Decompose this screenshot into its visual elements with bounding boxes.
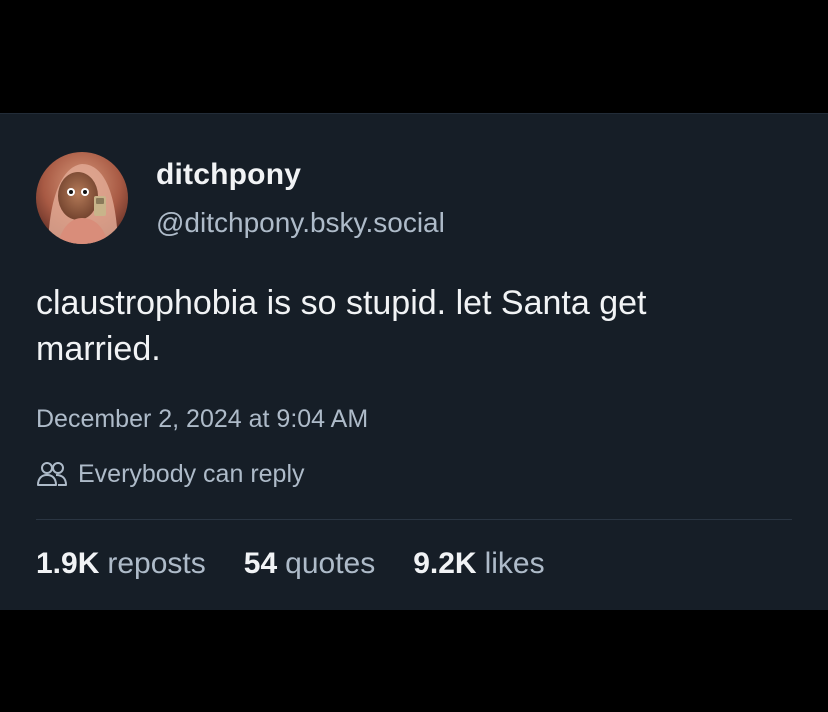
likes-stat[interactable]: 9.2K likes	[413, 547, 544, 581]
stats-divider	[36, 519, 792, 520]
quotes-count: 54	[243, 547, 278, 580]
quotes-label: quotes	[285, 547, 376, 580]
reply-setting: Everybody can reply	[36, 457, 305, 491]
people-icon	[37, 462, 67, 486]
screenshot-frame: ditchpony @ditchpony.bsky.social claustr…	[0, 0, 828, 712]
post-card: ditchpony @ditchpony.bsky.social claustr…	[0, 113, 828, 610]
post-stats: 1.9K reposts 54 quotes 9.2K likes	[36, 547, 545, 581]
post-text: claustrophobia is so stupid. let Santa g…	[36, 284, 647, 368]
likes-label: likes	[484, 547, 545, 580]
avatar-image	[36, 152, 128, 244]
author-display-name[interactable]: ditchpony	[156, 158, 301, 192]
author-handle[interactable]: @ditchpony.bsky.social	[156, 207, 445, 239]
quotes-stat[interactable]: 54 quotes	[244, 547, 375, 581]
reply-setting-label: Everybody can reply	[78, 459, 305, 488]
reposts-label: reposts	[107, 547, 206, 580]
likes-count: 9.2K	[413, 547, 477, 580]
post-timestamp: December 2, 2024 at 9:04 AM	[36, 405, 369, 433]
reposts-stat[interactable]: 1.9K reposts	[36, 547, 206, 581]
reposts-count: 1.9K	[36, 547, 100, 580]
author-avatar[interactable]	[36, 152, 128, 244]
